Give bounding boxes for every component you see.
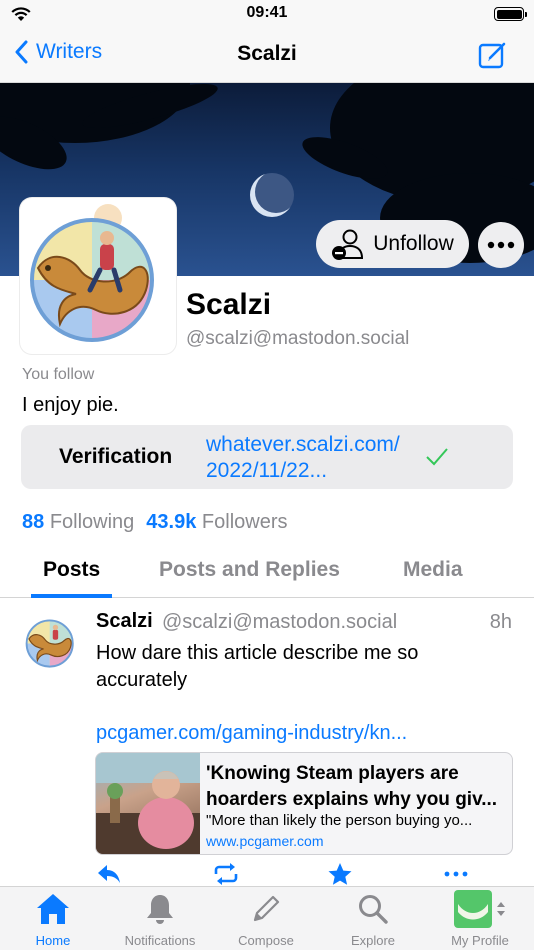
tabbar-compose[interactable]: Compose — [213, 891, 319, 948]
link-preview-title-line1: 'Knowing Steam players are — [206, 763, 459, 784]
post-author-avatar[interactable] — [22, 612, 82, 672]
battery-icon — [494, 7, 527, 21]
profile-avatar[interactable] — [20, 198, 176, 354]
tabbar-explore[interactable]: Explore — [320, 891, 426, 948]
person-minus-icon — [332, 229, 364, 260]
status-time: 09:41 — [246, 4, 288, 21]
account-switcher-icon — [497, 902, 505, 916]
post-author-name[interactable]: Scalzi — [96, 610, 153, 633]
dragon-rider-avatar-image — [25, 619, 74, 668]
compose-icon[interactable] — [478, 40, 508, 70]
verification-field: Verification whatever.scalzi.com/ 2022/1… — [21, 425, 513, 489]
magnifier-icon — [359, 895, 388, 924]
active-tab-indicator — [31, 594, 112, 598]
followers-stat[interactable]: 43.9k Followers — [146, 511, 287, 534]
navigation-bar: Writers Scalzi — [0, 28, 534, 83]
moon-image — [250, 173, 294, 217]
following-count: 88 — [22, 511, 45, 533]
tab-posts-and-replies[interactable]: Posts and Replies — [159, 558, 340, 582]
post-text: How dare this article describe me so acc… — [96, 642, 419, 691]
verification-link-line2: 2022/11/22... — [206, 459, 328, 482]
link-preview-title-line2: hoarders explains why you giv... — [206, 789, 498, 810]
follow-status: You follow — [22, 366, 95, 383]
tabbar-my-profile-label: My Profile — [451, 933, 509, 948]
profile-display-name: Scalzi — [186, 288, 272, 321]
reply-icon[interactable] — [96, 862, 122, 886]
tab-posts[interactable]: Posts — [43, 558, 100, 582]
boost-icon[interactable] — [212, 862, 240, 886]
tabbar-explore-label: Explore — [350, 933, 396, 948]
ellipsis-icon — [487, 241, 515, 249]
post-author-handle: @scalzi@mastodon.social — [162, 611, 398, 633]
tabbar-notifications-label: Notifications — [124, 933, 196, 948]
house-icon — [37, 894, 69, 924]
verification-label: Verification — [59, 445, 173, 468]
bottom-tab-bar: Home Notifications Compose Explore My Pr… — [0, 886, 534, 950]
post-more-icon[interactable] — [444, 862, 468, 886]
verification-link-line1: whatever.scalzi.com/ — [206, 433, 400, 456]
profile-avatar-thumbnail — [454, 890, 492, 928]
following-label: Following — [49, 511, 135, 533]
post-actions — [96, 862, 476, 886]
profile-stats: 88 Following 43.9k Followers — [22, 511, 300, 534]
chevron-left-icon — [15, 40, 28, 64]
followers-label: Followers — [201, 511, 288, 533]
tabbar-my-profile[interactable]: My Profile — [427, 890, 533, 948]
link-preview-domain: www.pcgamer.com — [206, 833, 324, 849]
profile-bio: I enjoy pie. — [22, 394, 119, 416]
tabbar-home[interactable]: Home — [0, 891, 106, 948]
dragon-rider-avatar-image — [30, 204, 154, 342]
profile-tabs: Posts Posts and Replies Media — [0, 552, 534, 598]
link-preview-description: "More than likely the person buying yo..… — [206, 812, 473, 829]
more-options-button[interactable] — [478, 222, 524, 268]
status-bar: 09:41 — [0, 0, 534, 28]
tabbar-home-label: Home — [35, 933, 71, 948]
back-button[interactable]: Writers — [14, 40, 102, 64]
following-stat[interactable]: 88 Following — [22, 511, 134, 534]
post-timestamp: 8h — [489, 611, 512, 633]
tabbar-notifications[interactable]: Notifications — [107, 891, 213, 948]
link-preview-card[interactable]: 'Knowing Steam players are hoarders expl… — [95, 752, 513, 855]
favorite-star-icon[interactable] — [327, 862, 353, 886]
person-on-couch-image — [96, 753, 200, 854]
followers-count: 43.9k — [146, 511, 197, 533]
unfollow-label: Unfollow — [373, 232, 454, 255]
profile-handle: @scalzi@mastodon.social — [186, 328, 410, 349]
tab-media[interactable]: Media — [403, 558, 463, 582]
checkmark-icon — [426, 448, 448, 466]
link-preview-image — [96, 753, 200, 854]
unfollow-button[interactable]: Unfollow — [316, 220, 469, 268]
back-button-label: Writers — [36, 40, 103, 63]
post-link[interactable]: pcgamer.com/gaming-industry/kn... — [96, 722, 407, 745]
pencil-icon — [253, 895, 280, 922]
verification-link[interactable]: whatever.scalzi.com/ 2022/11/22... — [206, 432, 421, 484]
tabbar-compose-label: Compose — [238, 933, 294, 948]
bell-icon — [147, 895, 173, 924]
